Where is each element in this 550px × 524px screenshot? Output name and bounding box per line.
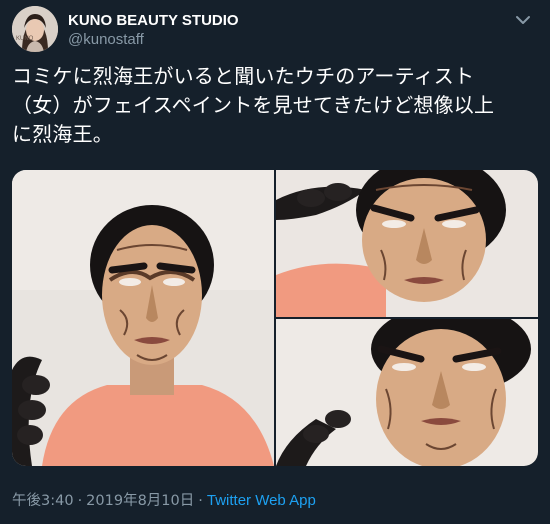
meta-separator: · — [77, 493, 83, 509]
avatar[interactable]: KUNO — [12, 6, 58, 52]
photo-3[interactable] — [276, 319, 538, 466]
tweet-meta: 午後3:40 · 2019年8月10日 · Twitter Web App — [12, 489, 316, 510]
chevron-down-icon[interactable] — [512, 10, 534, 30]
media-grid — [12, 170, 538, 466]
tweet-text: コミケに烈海王がいると聞いたウチのアーティスト （女）がフェイスペイントを見せて… — [12, 62, 538, 149]
handle[interactable]: @kunostaff — [68, 30, 239, 49]
tweet-header: KUNO KUNO BEAUTY STUDIO @kunostaff — [12, 6, 538, 54]
tweet-line: （女）がフェイスペイントを見せてきたけど想像以上 — [12, 93, 495, 117]
photo-2[interactable] — [276, 170, 538, 317]
tweet-time[interactable]: 午後3:40 — [12, 493, 74, 509]
display-name[interactable]: KUNO BEAUTY STUDIO — [68, 12, 239, 30]
photo-1[interactable] — [12, 170, 274, 466]
tweet-line: に烈海王。 — [12, 122, 113, 146]
meta-separator: · — [198, 493, 203, 509]
tweet-source-link[interactable]: Twitter Web App — [207, 492, 316, 509]
svg-text:KUNO: KUNO — [16, 36, 34, 42]
tweet-line: コミケに烈海王がいると聞いたウチのアーティスト — [12, 64, 475, 88]
tweet-date[interactable]: 2019年8月10日 — [86, 493, 194, 509]
